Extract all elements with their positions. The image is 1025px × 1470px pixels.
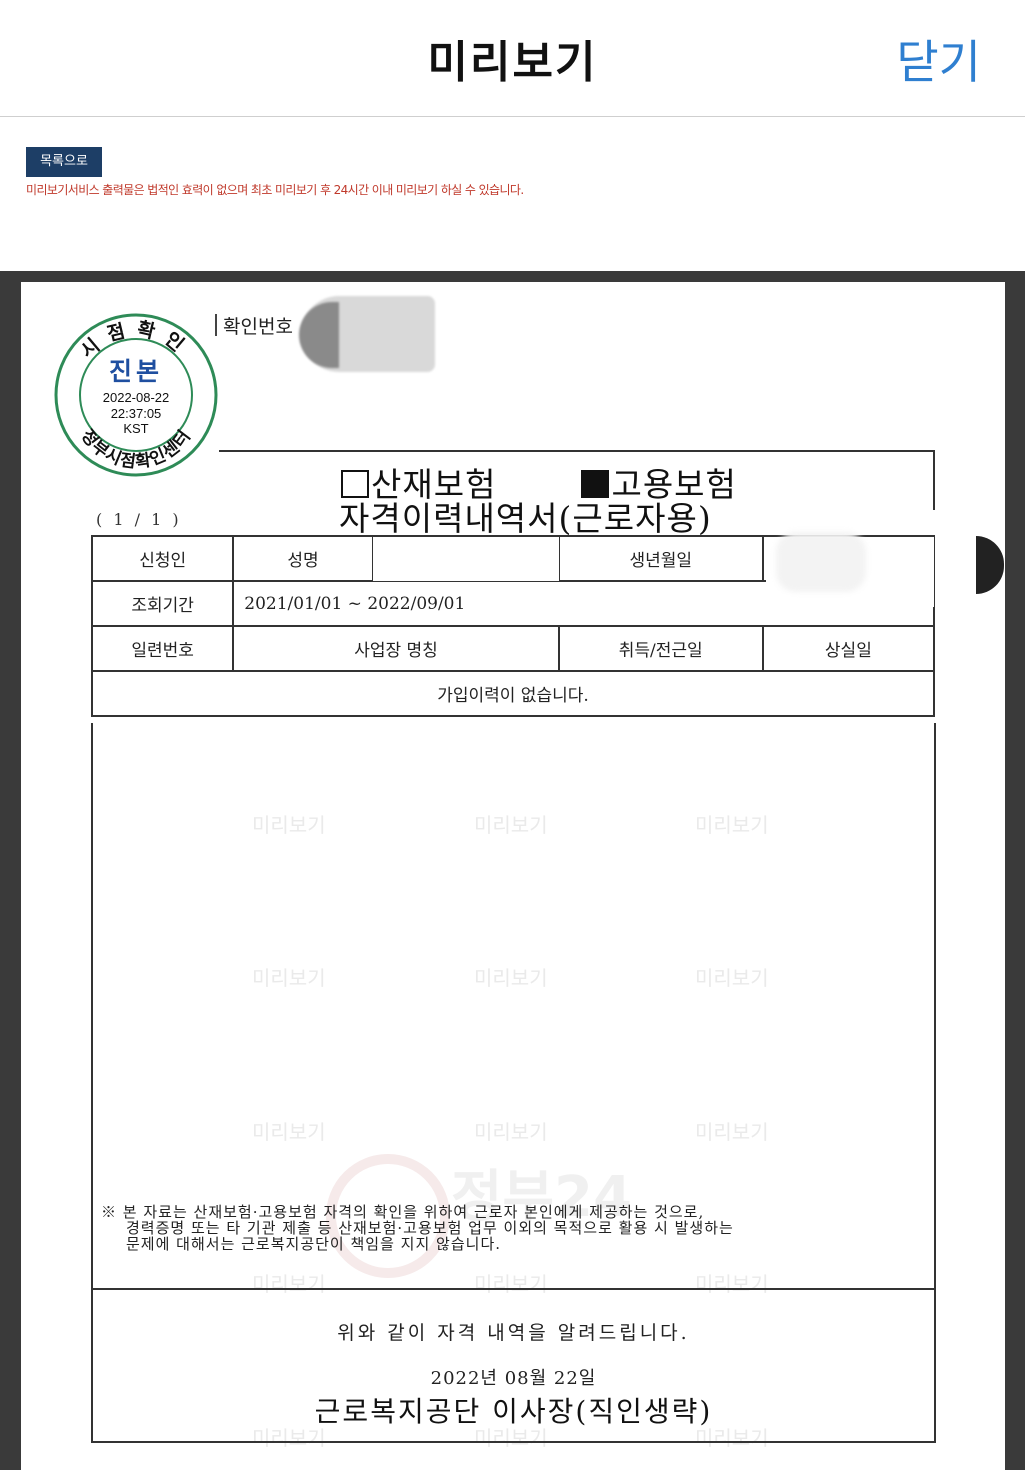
col-workplace-header: 사업장 명칭 (232, 625, 560, 672)
col-loss-header: 상실일 (761, 625, 936, 672)
note-mark: ※ (101, 1203, 118, 1221)
applicant-label: 신청인 (90, 535, 235, 582)
issue-date: 2022년 08월 22일 (430, 1368, 597, 1389)
divider (215, 314, 217, 336)
document-viewer[interactable]: 시점확인 정부시점확인센터 진본 2022-08-22 22:37:05 KST… (0, 271, 1025, 1470)
page-edge-mark (976, 536, 1004, 594)
divider (933, 450, 935, 510)
back-to-list-button[interactable]: 목록으로 (26, 147, 102, 177)
note-line-3: 문제에 대해서는 근로복지공단이 책임을 지지 않습니다. (126, 1235, 502, 1253)
note-line-2: 경력증명 또는 타 기관 제출 등 산재보험·고용보험 업무 이외의 목적으로 … (126, 1219, 734, 1237)
col-acquire-header: 취득/전근일 (557, 625, 764, 672)
preview-watermark: 미리보기 (252, 1120, 326, 1144)
stamp-date: 2022-08-22 (103, 390, 170, 405)
timestamp-stamp: 시점확인 정부시점확인센터 진본 2022-08-22 22:37:05 KST (54, 313, 218, 477)
preview-notice: 미리보기서비스 출력물은 법적인 효력이 없으며 최초 미리보기 후 24시간 … (26, 183, 524, 197)
issuer-footer: 위와 같이 자격 내역을 알려드립니다. 2022년 08월 22일 근로복지공… (91, 1288, 936, 1443)
document-page: 시점확인 정부시점확인센터 진본 2022-08-22 22:37:05 KST… (21, 282, 1005, 1470)
preview-watermark: 미리보기 (252, 966, 326, 990)
preview-watermark: 미리보기 (474, 1120, 548, 1144)
preview-watermark: 미리보기 (695, 966, 769, 990)
stamp-zone: KST (123, 421, 148, 436)
redaction-mark (373, 537, 559, 581)
preview-header: 미리보기 닫기 (0, 0, 1025, 117)
footer-statement: 위와 같이 자격 내역을 알려드립니다. (337, 1322, 690, 1344)
confirm-number-label: 확인번호 (223, 316, 293, 338)
birth-label: 생년월일 (557, 535, 764, 582)
preview-watermark: 미리보기 (474, 813, 548, 837)
col-serial-header: 일련번호 (90, 625, 235, 672)
divider (219, 450, 935, 452)
redaction-mark (299, 302, 339, 368)
name-label: 성명 (232, 535, 374, 582)
page-title: 미리보기 (427, 37, 598, 88)
redaction-mark (776, 532, 866, 592)
preview-watermark: 미리보기 (252, 813, 326, 837)
preview-watermark: 미리보기 (695, 813, 769, 837)
issuer-signature: 근로복지공단 이사장(직인생략) (314, 1395, 713, 1428)
close-button[interactable]: 닫기 (896, 26, 981, 92)
preview-watermark: 미리보기 (474, 966, 548, 990)
preview-watermark: 미리보기 (695, 1120, 769, 1144)
period-label: 조회기간 (90, 580, 235, 627)
stamp-time: 22:37:05 (111, 406, 162, 421)
document-title: 자격이력내역서(근로자용) (339, 499, 712, 538)
page-count: ( 1 / 1 ) (96, 510, 182, 529)
empty-message: 가입이력이 없습니다. (91, 670, 935, 717)
stamp-main-text: 진본 (109, 357, 163, 386)
disclaimer-note: ※ 본 자료는 산재보험·고용보험 자격의 확인을 위하여 근로자 본인에게 제… (101, 1204, 734, 1252)
